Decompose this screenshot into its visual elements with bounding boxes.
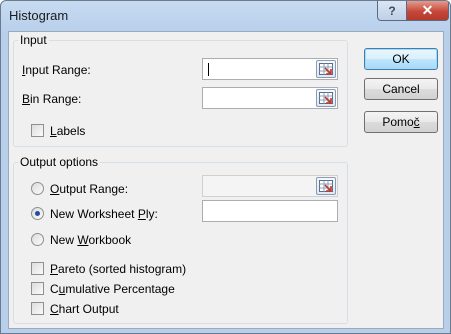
dialog-body: Input Input Range: Bin Range: Labels Out… bbox=[8, 31, 444, 329]
question-icon: ? bbox=[388, 3, 396, 18]
new-worksheet-ply-label: New Worksheet Ply: bbox=[50, 207, 158, 221]
cancel-button[interactable]: Cancel bbox=[364, 78, 438, 100]
output-range-label: Output Range: bbox=[50, 182, 129, 196]
new-worksheet-ply-field[interactable] bbox=[202, 200, 338, 222]
text-caret bbox=[208, 63, 209, 76]
output-range-selector-button[interactable] bbox=[316, 177, 336, 195]
dialog-title: Histogram bbox=[9, 8, 69, 23]
output-range-radio[interactable] bbox=[31, 182, 44, 195]
output-range-field[interactable] bbox=[202, 175, 338, 197]
pareto-checkbox[interactable] bbox=[31, 262, 44, 275]
bin-range-field[interactable] bbox=[202, 87, 338, 109]
bin-range-label: Bin Range: bbox=[22, 92, 82, 106]
chart-output-label: Chart Output bbox=[50, 302, 119, 316]
output-options-label: Output options bbox=[18, 155, 101, 169]
chart-output-checkbox[interactable] bbox=[31, 302, 44, 315]
new-worksheet-ply-radio[interactable] bbox=[31, 207, 44, 220]
labels-checkbox-label: Labels bbox=[50, 124, 86, 138]
histogram-dialog: Histogram ? ✕ Input Input Range: Bin Ran… bbox=[0, 0, 451, 334]
help-titlebar-button[interactable]: ? bbox=[377, 1, 407, 21]
input-range-label: Input Range: bbox=[22, 63, 91, 77]
input-range-field[interactable] bbox=[202, 58, 338, 80]
bin-range-selector-button[interactable] bbox=[316, 89, 336, 107]
collapse-dialog-icon bbox=[319, 180, 333, 192]
ok-button[interactable]: OK bbox=[364, 48, 438, 70]
help-button[interactable]: Pomo č bbox=[364, 111, 438, 133]
input-group-label: Input bbox=[18, 33, 49, 47]
collapse-dialog-icon bbox=[319, 92, 333, 104]
labels-checkbox[interactable] bbox=[31, 124, 44, 137]
input-range-selector-button[interactable] bbox=[316, 60, 336, 78]
new-workbook-radio[interactable] bbox=[31, 233, 44, 246]
close-button[interactable]: ✕ bbox=[406, 1, 449, 21]
close-icon: ✕ bbox=[421, 2, 434, 18]
collapse-dialog-icon bbox=[319, 63, 333, 75]
output-options-group: Output options Output Range: New Workshe… bbox=[13, 155, 348, 324]
pareto-label: Pareto (sorted histogram) bbox=[50, 262, 187, 276]
input-group: Input Input Range: Bin Range: Labels bbox=[13, 33, 348, 147]
cumulative-percentage-checkbox[interactable] bbox=[31, 282, 44, 295]
new-workbook-label: New Workbook bbox=[50, 233, 132, 247]
cumulative-percentage-label: Cumulative Percentage bbox=[50, 282, 175, 296]
